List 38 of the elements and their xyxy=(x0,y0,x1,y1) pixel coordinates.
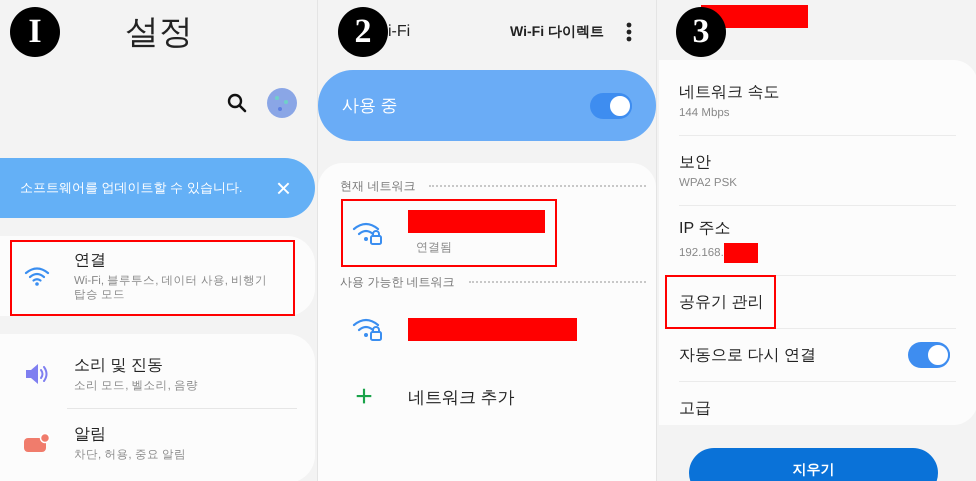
detail-label: 보안 xyxy=(679,153,711,173)
step-badge: 3 xyxy=(676,7,726,57)
item-subtitle: 소리 모드, 벨소리, 음량 xyxy=(74,379,198,393)
detail-value: 192.168. xyxy=(679,247,724,259)
detail-label: IP 주소 xyxy=(679,219,730,239)
detail-label[interactable]: 공유기 관리 xyxy=(679,292,764,312)
detail-value: 144 Mbps xyxy=(679,107,730,119)
item-title[interactable]: 소리 및 진동 xyxy=(74,355,198,376)
notification-icon xyxy=(24,433,50,453)
detail-label[interactable]: 고급 xyxy=(679,398,711,418)
section-header: 사용 가능한 네트워크 xyxy=(340,274,455,290)
banner-text: 소프트웨어를 업데이트할 수 있습니다. xyxy=(20,179,242,197)
speaker-icon xyxy=(25,363,49,385)
detail-label[interactable]: 자동으로 다시 연결 xyxy=(679,344,816,366)
wifi-direct-link[interactable]: Wi-Fi 다이렉트 xyxy=(510,22,604,40)
forget-button[interactable]: 지우기 xyxy=(689,448,938,481)
search-icon[interactable] xyxy=(227,93,247,113)
switch-label: 사용 중 xyxy=(342,95,398,117)
wifi-icon xyxy=(24,266,50,286)
step-badge: 2 xyxy=(338,6,388,56)
item-subtitle: 차단, 허용, 중요 알림 xyxy=(74,448,186,462)
detail-label: 네트워크 속도 xyxy=(679,83,780,103)
screen-title: 설정 xyxy=(125,12,193,52)
wifi-lock-icon xyxy=(352,316,384,342)
item-subtitle: Wi-Fi, 블루투스, 데이터 사용, 비행기 탑승 모드 xyxy=(74,274,268,302)
toggle-switch[interactable] xyxy=(590,92,632,118)
item-title[interactable]: 알림 xyxy=(74,424,186,445)
toggle-switch[interactable] xyxy=(908,342,950,368)
detail-value: WPA2 PSK xyxy=(679,177,737,189)
avatar[interactable] xyxy=(267,88,297,118)
network-status: 연결됨 xyxy=(416,239,453,256)
wifi-lock-icon xyxy=(352,220,384,246)
item-title[interactable]: 연결 xyxy=(74,250,287,271)
section-header: 현재 네트워크 xyxy=(340,178,416,194)
more-options-icon[interactable] xyxy=(626,22,632,42)
screen-title: i-Fi xyxy=(388,22,410,40)
add-network-item[interactable]: 네트워크 추가 xyxy=(408,386,515,408)
step-badge: I xyxy=(10,6,60,56)
